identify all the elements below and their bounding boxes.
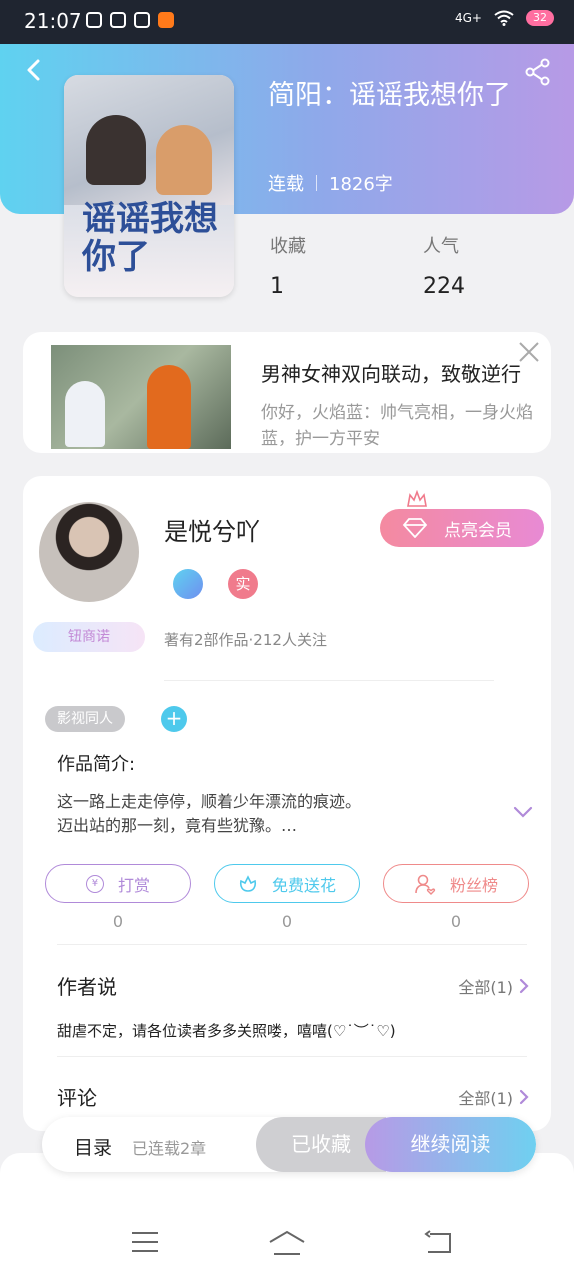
gallery-app-icon: [110, 12, 126, 28]
cover-character-boy: [86, 115, 146, 185]
ad-figure-left: [65, 381, 105, 447]
send-flower-button[interactable]: 免费送花: [214, 864, 360, 903]
vip-button[interactable]: 点亮会员: [380, 509, 544, 547]
ad-banner[interactable]: 男神女神双向联动，致敬逆行 你好，火焰蓝：帅气亮相，一身火焰蓝，护一方平安: [23, 332, 551, 453]
book-meta: 连载 1826字: [268, 170, 393, 196]
stat-label: 收藏: [270, 236, 306, 257]
stat-value: 224: [423, 274, 465, 299]
comments-more-label: 全部(1): [458, 1089, 513, 1108]
stat-popularity: 人气 224: [423, 232, 465, 299]
diamond-icon: [402, 518, 428, 538]
fan-ranking-count: 0: [450, 912, 462, 931]
author-level-badge-icon: [173, 569, 203, 599]
stat-collect: 收藏 1: [270, 232, 306, 299]
battery-icon: 32: [526, 10, 554, 26]
yen-icon: ¥: [85, 874, 104, 893]
video-app-icon: [134, 12, 150, 28]
verified-badge: 实: [228, 569, 258, 599]
reward-label: 打赏: [117, 875, 150, 895]
continue-reading-button[interactable]: 继续阅读: [365, 1117, 536, 1172]
status-bar: 21:07 4G+ 32: [0, 0, 574, 44]
add-tag-button[interactable]: +: [161, 706, 187, 732]
ad-title: 男神女神双向联动，致敬逆行: [261, 362, 521, 386]
intro-label: 作品简介:: [57, 754, 136, 775]
flower-icon: [239, 874, 257, 892]
close-icon[interactable]: [517, 340, 541, 364]
ad-description: 你好，火焰蓝：帅气亮相，一身火焰蓝，护一方平安: [261, 403, 533, 449]
ad-figure-right: [147, 365, 191, 449]
cover-title: 谣谣我想你了: [82, 199, 218, 277]
fan-badge: 钮商诺: [33, 622, 145, 652]
word-count: 1826字: [329, 174, 393, 195]
author-say-text: 甜虐不定，请各位读者多多关照喽，嘻嘻(♡˙︶˙♡): [57, 1022, 396, 1040]
notification-icons: [86, 12, 174, 28]
menu-icon[interactable]: [130, 1230, 160, 1254]
crown-icon: [407, 490, 427, 507]
genre-tag[interactable]: 影视同人: [45, 706, 125, 732]
wifi-icon: [494, 10, 514, 26]
shopping-app-icon: [158, 12, 174, 28]
stat-value: 1: [270, 274, 284, 299]
cover-character-girl: [156, 125, 212, 195]
bottom-action-bar: 目录 已连载2章 已收藏 继续阅读: [42, 1117, 536, 1172]
network-indicator: 4G+: [455, 11, 482, 25]
reward-count: 0: [112, 912, 124, 931]
send-flower-label: 免费送花: [271, 875, 336, 895]
flower-count: 0: [281, 912, 293, 931]
author-name[interactable]: 是悦兮吖: [164, 512, 260, 547]
chevron-right-icon: [519, 1089, 529, 1105]
divider: [57, 1056, 527, 1057]
chevron-right-icon: [519, 978, 529, 994]
author-say-title: 作者说: [57, 975, 117, 999]
author-stats: 著有2部作品·212人关注: [164, 631, 327, 649]
fan-ranking-label: 粉丝榜: [449, 875, 498, 895]
intro-text: 这一路上走走停停，顺着少年漂流的痕迹。 迈出站的那一刻，竟有些犹豫。…: [57, 792, 362, 835]
book-title: 简阳：谣谣我想你了: [268, 80, 511, 111]
meta-divider: [316, 175, 317, 191]
chevron-down-icon[interactable]: [513, 806, 533, 818]
back-icon[interactable]: [22, 58, 46, 82]
reward-button[interactable]: ¥ 打赏: [45, 864, 191, 903]
ad-image: [51, 345, 231, 449]
music-app-icon: [86, 12, 102, 28]
fan-icon: [415, 874, 436, 895]
chapter-status: 已连载2章: [132, 1139, 207, 1158]
fan-ranking-button[interactable]: 粉丝榜: [383, 864, 529, 903]
author-say-more[interactable]: 全部(1): [458, 974, 529, 998]
divider: [57, 944, 527, 945]
bottom-area: [0, 1153, 574, 1280]
author-avatar[interactable]: [39, 502, 139, 602]
comments-more[interactable]: 全部(1): [458, 1085, 529, 1109]
status-time: 21:07: [24, 9, 82, 33]
book-cover[interactable]: 谣谣我想你了: [64, 75, 234, 297]
author-card: 是悦兮吖 点亮会员 实 钮商诺 著有2部作品·212人关注 影视同人 + 作品简…: [23, 476, 551, 1131]
vip-button-label: 点亮会员: [444, 520, 512, 541]
author-say-more-label: 全部(1): [458, 978, 513, 997]
divider: [164, 680, 494, 681]
stat-label: 人气: [423, 236, 459, 257]
comments-title: 评论: [57, 1086, 97, 1110]
book-status: 连载: [268, 174, 304, 195]
toc-button[interactable]: 目录: [74, 1133, 112, 1160]
home-icon[interactable]: [268, 1230, 306, 1256]
back-nav-icon[interactable]: [424, 1230, 454, 1254]
